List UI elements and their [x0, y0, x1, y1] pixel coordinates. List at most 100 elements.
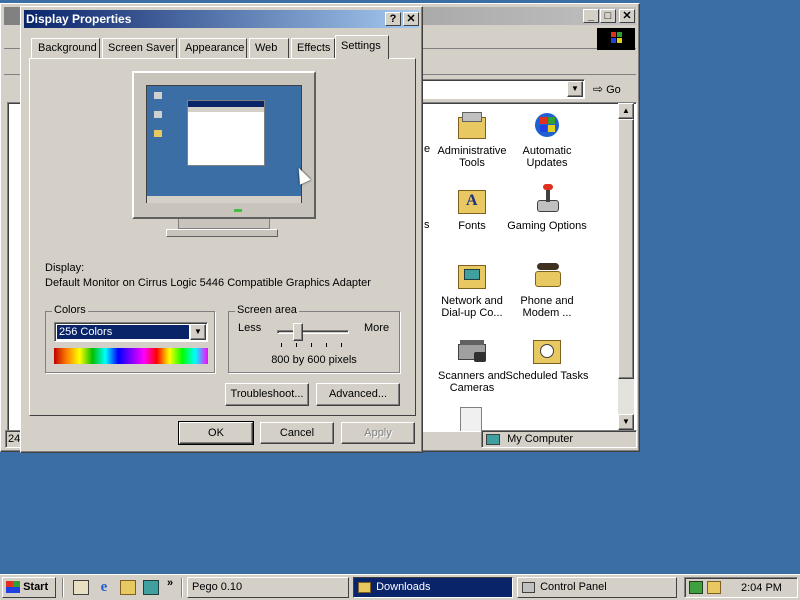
control-panel-icon	[522, 581, 535, 593]
cp-item-label: Automatic Updates	[522, 145, 572, 169]
quick-launch-separator	[62, 578, 64, 597]
gaming-options-icon	[531, 184, 563, 216]
dialog-titlebar: Display Properties	[24, 10, 419, 28]
apply-button[interactable]: Apply	[341, 422, 415, 444]
color-spectrum-bar	[54, 348, 208, 364]
slider-track	[277, 330, 349, 334]
tab-web[interactable]: Web	[249, 38, 289, 58]
system-tray: 2:04 PM	[684, 577, 798, 598]
tab-screen-saver[interactable]: Screen Saver	[102, 38, 177, 58]
media-player-icon[interactable]	[143, 580, 159, 595]
internet-explorer-icon[interactable]: e	[96, 579, 112, 595]
administrative-tools-icon	[456, 109, 488, 141]
cp-item-label: Scheduled Tasks	[505, 370, 589, 382]
dialog-title: Display Properties	[26, 12, 132, 26]
scheduled-tasks-icon	[531, 334, 563, 366]
screen-area-less-label: Less	[238, 322, 262, 334]
computer-icon	[486, 433, 500, 445]
task-control-panel-label: Control Panel	[540, 581, 607, 593]
scroll-up-button[interactable]: ▲	[618, 103, 634, 119]
cp-item-network[interactable]: Network and Dial-up Co...	[429, 259, 515, 319]
address-dropdown-button[interactable]: ▼	[567, 81, 583, 97]
task-downloads-label: Downloads	[376, 581, 431, 593]
cp-item-label: Scanners and Cameras	[438, 370, 506, 394]
colors-select-value: 256 Colors	[57, 325, 189, 339]
phone-modem-icon	[531, 259, 563, 291]
tab-background[interactable]: Background	[31, 38, 100, 58]
scroll-thumb[interactable]	[618, 119, 634, 379]
start-label: Start	[23, 581, 49, 593]
scroll-down-button[interactable]: ▼	[618, 414, 634, 430]
screen-area-group: Screen area Less More 800 by 600 pixels	[228, 304, 400, 373]
tab-appearance[interactable]: Appearance	[179, 38, 247, 58]
scanners-icon	[456, 334, 488, 366]
cp-item-scheduled-tasks[interactable]: Scheduled Tasks	[504, 334, 590, 382]
network-icon	[456, 259, 488, 291]
cp-item-label: Network and Dial-up Co...	[441, 295, 503, 319]
dialog-close-button[interactable]: ✕	[403, 12, 419, 26]
minimize-button[interactable]: _	[583, 9, 599, 23]
chevron-down-icon[interactable]: ▼	[190, 324, 206, 340]
screen-area-value: 800 by 600 pixels	[271, 354, 357, 366]
network-tray-icon[interactable]	[689, 581, 703, 594]
troubleshoot-button[interactable]: Troubleshoot...	[225, 383, 309, 406]
slider-ticks	[281, 343, 347, 347]
maximize-button[interactable]: □	[600, 9, 616, 23]
vertical-scrollbar[interactable]: ▲ ▼	[618, 103, 634, 430]
colors-select[interactable]: 256 Colors ▼	[54, 322, 208, 342]
preview-window	[187, 100, 265, 166]
display-label: Display:	[45, 262, 85, 274]
show-desktop-icon[interactable]	[73, 580, 89, 595]
windows-flag-icon	[6, 581, 20, 594]
settings-panel: Display: Default Monitor on Cirrus Logic…	[29, 58, 416, 416]
monitor-neck	[178, 219, 270, 229]
cp-item-label: Gaming Options	[507, 220, 587, 232]
monitor-screen	[146, 85, 302, 203]
screen-area-more-label: More	[364, 322, 390, 334]
preview-taskbar	[147, 196, 301, 203]
folder-icon	[358, 581, 371, 593]
screen-area-group-label: Screen area	[235, 304, 299, 316]
task-downloads[interactable]: Downloads	[353, 577, 513, 598]
task-pego[interactable]: Pego 0.10	[187, 577, 349, 598]
task-control-panel[interactable]: Control Panel	[517, 577, 677, 598]
go-label: Go	[606, 84, 621, 96]
go-button[interactable]: ⇨ Go	[593, 82, 633, 98]
fonts-icon: A	[456, 184, 488, 216]
ok-button[interactable]: OK	[178, 421, 254, 445]
status-zone-label: My Computer	[507, 433, 574, 445]
cp-item-label: Phone and Modem ...	[520, 295, 574, 319]
close-button[interactable]: ✕	[619, 9, 635, 23]
monitor-power-led	[234, 209, 242, 212]
cp-item-gaming-options[interactable]: Gaming Options	[504, 184, 590, 232]
outlook-express-icon[interactable]	[120, 580, 136, 595]
resolution-slider[interactable]	[277, 322, 349, 347]
cp-item-scanners[interactable]: Scanners and Cameras	[429, 334, 515, 394]
go-arrow-icon: ⇨	[593, 82, 604, 96]
preview-desktop-icons	[151, 92, 165, 152]
tab-settings[interactable]: Settings	[335, 35, 389, 59]
colors-group: Colors 256 Colors ▼	[45, 304, 215, 373]
tab-effects[interactable]: Effects	[291, 38, 335, 58]
address-input[interactable]	[421, 79, 585, 99]
cp-item-label: Administrative Tools	[437, 145, 507, 169]
cp-item-fonts[interactable]: A Fonts	[429, 184, 515, 232]
cp-item-automatic-updates[interactable]: Automatic Updates	[504, 109, 590, 169]
cp-item-label: Fonts	[458, 220, 486, 232]
start-button[interactable]: Start	[2, 577, 56, 598]
status-bar-right: My Computer	[481, 430, 637, 448]
clock[interactable]: 2:04 PM	[741, 582, 782, 594]
slider-thumb[interactable]	[293, 323, 303, 341]
help-button[interactable]: ?	[385, 12, 401, 26]
volume-tray-icon[interactable]	[707, 581, 721, 594]
display-value: Default Monitor on Cirrus Logic 5446 Com…	[45, 277, 371, 289]
cp-item-phone-modem[interactable]: Phone and Modem ...	[504, 259, 590, 319]
advanced-button[interactable]: Advanced...	[316, 383, 400, 406]
quick-launch-overflow-icon[interactable]: »	[167, 577, 173, 589]
cancel-button[interactable]: Cancel	[260, 422, 334, 444]
task-separator	[181, 578, 183, 597]
monitor-preview	[132, 71, 316, 219]
cp-item-administrative-tools[interactable]: Administrative Tools	[429, 109, 515, 169]
partial-item-icon	[460, 407, 482, 431]
automatic-updates-icon	[531, 109, 563, 141]
